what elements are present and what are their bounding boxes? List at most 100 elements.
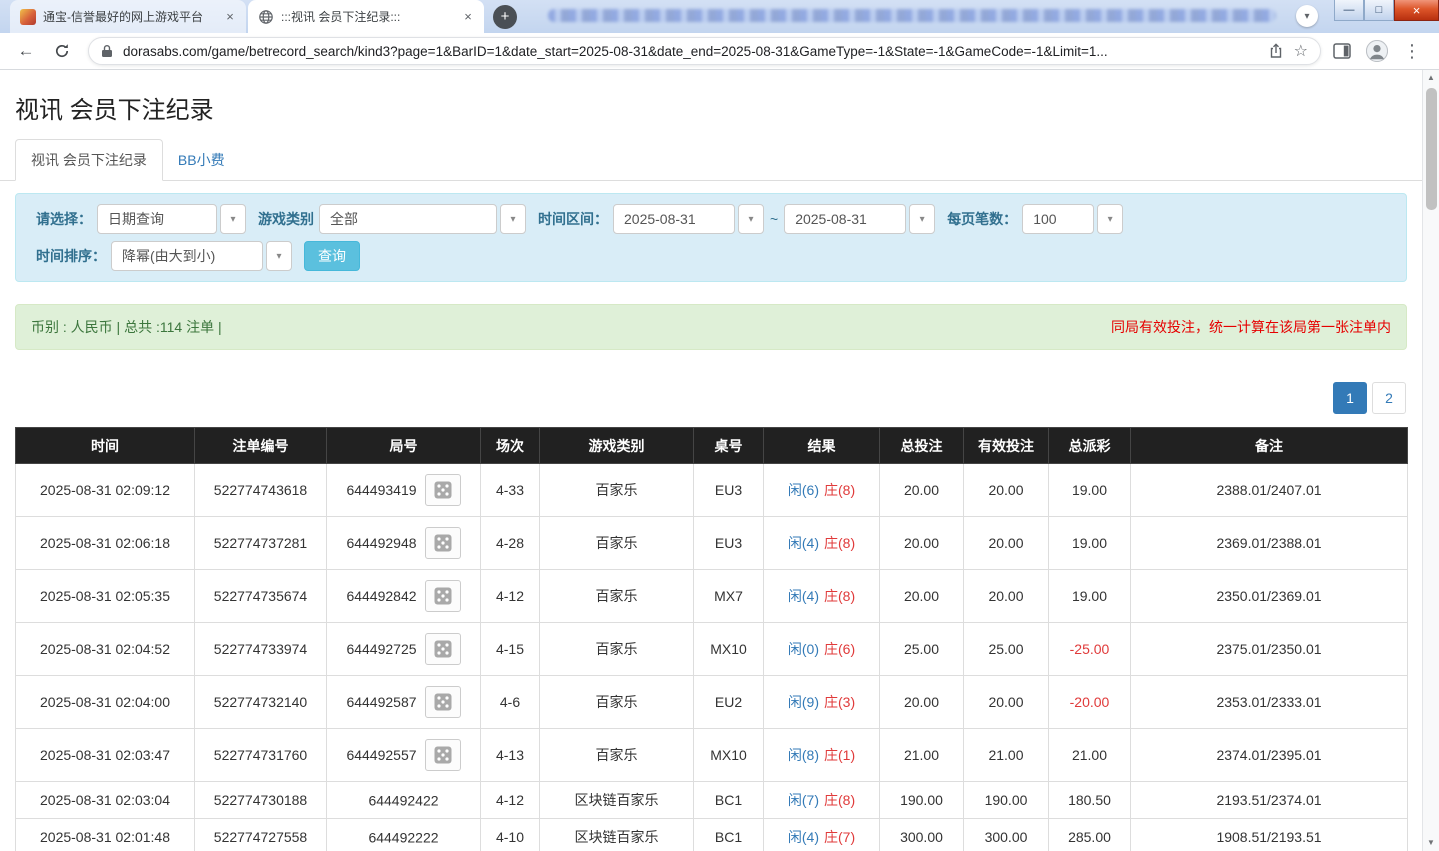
cell-session: 4-12 [480,781,540,819]
cell-valid-bet: 20.00 [963,675,1049,729]
cell-total-bet[interactable]: 20.00 [879,516,964,570]
query-type-value[interactable]: 日期查询 [97,204,217,234]
replay-dice-button[interactable] [424,633,461,665]
cell-bet-id: 522774732140 [194,675,327,729]
tab-close-icon[interactable]: × [222,9,238,25]
result-banker: 庄(8) [824,792,856,808]
cell-total-bet[interactable]: 190.00 [879,781,964,819]
scroll-up-icon[interactable]: ▲ [1423,70,1439,86]
page-button-1[interactable]: 1 [1333,382,1367,414]
scrollbar-thumb[interactable] [1426,88,1437,210]
cell-payout: 19.00 [1048,516,1131,570]
share-icon[interactable] [1268,43,1284,59]
replay-dice-button[interactable] [424,739,461,771]
cell-note: 2353.01/2333.01 [1130,675,1408,729]
result-banker: 庄(6) [824,641,856,657]
cell-round: 644493419 [326,463,481,517]
cell-round: 644492948 [326,516,481,570]
replay-dice-button[interactable] [424,686,461,718]
caret-down-icon[interactable]: ▾ [500,204,526,234]
date-end-value[interactable]: 2025-08-31 [784,204,907,234]
browser-tab-tongbao[interactable]: 通宝-信誉最好的网上游戏平台 × [10,0,246,33]
minimize-button[interactable]: — [1334,0,1364,21]
browser-titlebar: 通宝-信誉最好的网上游戏平台 × :::视讯 会员下注纪录::: × + ▾ —… [0,0,1439,33]
menu-dots-icon[interactable]: ⋮ [1403,41,1421,62]
round-number: 644492422 [368,792,439,809]
round-number: 644492222 [368,829,439,846]
cell-result: 闲(4) 庄(8) [763,569,880,623]
bet-table-body: 2025-08-31 02:09:12 522774743618 644493419… [15,463,1408,851]
browser-tab-betrecord[interactable]: :::视讯 会员下注纪录::: × [248,0,484,33]
replay-dice-button[interactable] [424,580,461,612]
back-icon[interactable]: ← [11,37,41,65]
cell-bet-id: 522774730188 [194,781,327,819]
maximize-button[interactable]: □ [1364,0,1394,21]
cell-result: 闲(7) 庄(8) [763,781,880,819]
tab-betrecord-active[interactable]: 视讯 会员下注纪录 [15,139,163,181]
cell-session: 4-13 [480,728,540,782]
caret-down-icon[interactable]: ▾ [909,204,936,234]
cell-bet-id: 522774735674 [194,569,327,623]
round-number: 644493419 [346,482,417,498]
reload-icon[interactable] [47,37,77,65]
replay-dice-button[interactable] [424,474,461,506]
search-button[interactable]: 查询 [304,241,360,271]
new-tab-button[interactable]: + [493,4,517,29]
cell-round: 644492842 [326,569,481,623]
page-scrollbar[interactable]: ▲ ▼ [1422,70,1439,851]
notice-text: 同局有效投注，统一计算在该局第一张注单内 [1111,319,1391,335]
cell-total-bet[interactable]: 21.00 [879,728,964,782]
date-tilde: ~ [770,211,779,227]
cell-total-bet[interactable]: 20.00 [879,463,964,517]
header-note: 备注 [1130,427,1408,464]
tab-close-icon[interactable]: × [460,9,476,25]
cell-table-no: MX10 [693,728,764,782]
header-result: 结果 [763,427,880,464]
cell-total-bet[interactable]: 300.00 [879,818,964,851]
cell-session: 4-12 [480,569,540,623]
cell-game-type: 百家乐 [539,622,694,676]
cell-note: 2193.51/2374.01 [1130,781,1408,819]
cell-total-bet[interactable]: 20.00 [879,675,964,729]
per-page-value[interactable]: 100 [1022,204,1095,234]
tab-bb-tip[interactable]: BB小费 [163,140,240,180]
table-row: 2025-08-31 02:06:18 522774737281 644492948… [15,516,1408,570]
toolbar-right-cluster: ⋮ [1333,39,1421,63]
cell-bet-id: 522774737281 [194,516,327,570]
page-button-2[interactable]: 2 [1372,382,1406,414]
cell-table-no: EU2 [693,675,764,729]
cell-total-bet[interactable]: 20.00 [879,569,964,623]
side-panel-icon[interactable] [1333,43,1351,59]
filter-row-2: 时间排序： 降幂(由大到小) ▾ 查询 [26,241,1396,271]
caret-down-icon[interactable]: ▾ [738,204,764,234]
cell-result: 闲(0) 庄(6) [763,622,880,676]
filter-panel: 请选择： 日期查询 ▾ 游戏类别 全部 ▾ 时间区间： 2025-08-31 ▾… [15,193,1407,282]
cell-round: 644492557 [326,728,481,782]
date-start-value[interactable]: 2025-08-31 [613,204,735,234]
bookmark-star-icon[interactable]: ☆ [1294,41,1308,61]
sort-select[interactable]: 降幂(由大到小) ▾ [111,241,292,271]
address-bar[interactable]: dorasabs.com/game/betrecord_search/kind3… [88,37,1321,65]
game-type-value[interactable]: 全部 [319,204,497,234]
caret-down-icon[interactable]: ▾ [220,204,246,234]
game-type-select[interactable]: 全部 ▾ [319,204,526,234]
caret-down-icon[interactable]: ▾ [266,241,292,271]
profile-avatar-icon[interactable] [1365,39,1389,63]
sort-value[interactable]: 降幂(由大到小) [111,241,263,271]
url-text[interactable]: dorasabs.com/game/betrecord_search/kind3… [123,44,1248,59]
query-type-select[interactable]: 日期查询 ▾ [97,204,246,234]
tab-search-chevron-icon[interactable]: ▾ [1296,5,1318,27]
caret-down-icon[interactable]: ▾ [1097,204,1124,234]
bet-record-table: 时间 注单编号 局号 场次 游戏类别 桌号 结果 总投注 有效投注 总派彩 备注… [15,427,1408,851]
close-button[interactable]: × [1394,0,1439,21]
cell-total-bet[interactable]: 25.00 [879,622,964,676]
result-player: 闲(6) [787,482,819,498]
tab-title: :::视讯 会员下注纪录::: [281,10,401,24]
cell-table-no: BC1 [693,818,764,851]
date-start-select[interactable]: 2025-08-31 ▾ [613,204,764,234]
scroll-down-icon[interactable]: ▼ [1423,835,1439,851]
cell-session: 4-28 [480,516,540,570]
replay-dice-button[interactable] [424,527,461,559]
date-end-select[interactable]: 2025-08-31 ▾ [784,204,936,234]
per-page-select[interactable]: 100 ▾ [1022,204,1124,234]
